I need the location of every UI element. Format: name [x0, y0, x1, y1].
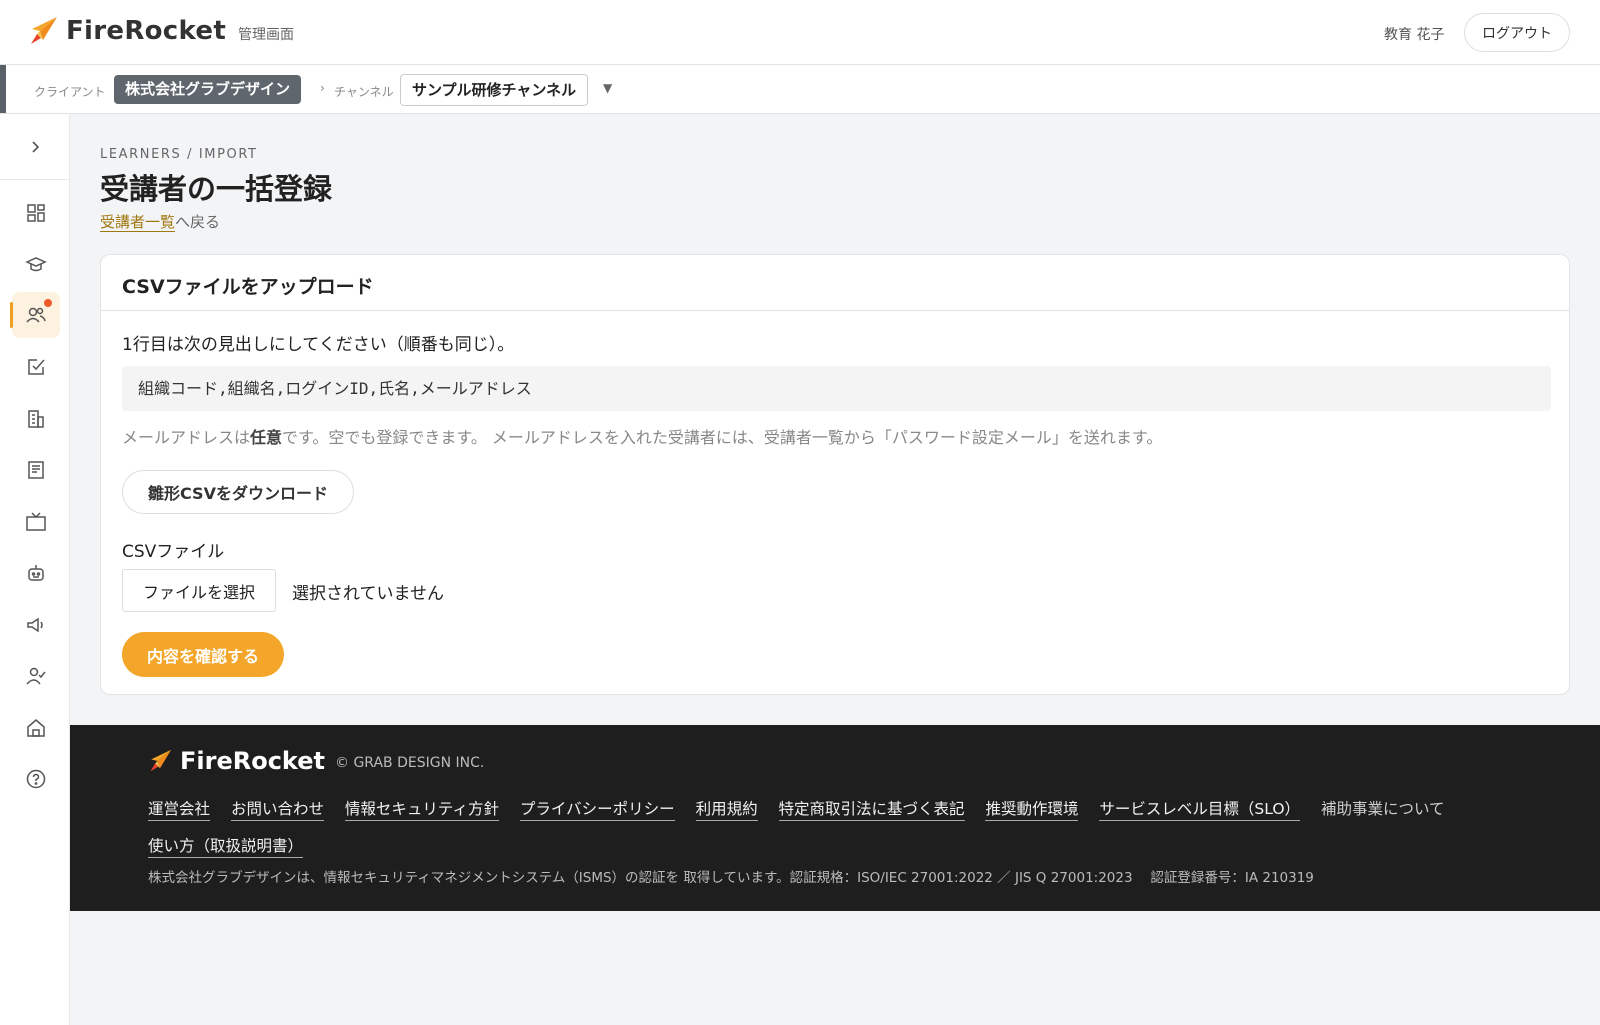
footer-link-manual[interactable]: 使い方（取扱説明書） — [148, 835, 304, 858]
robot-icon — [28, 565, 44, 581]
help-icon — [26, 769, 46, 789]
header-instruction: 1行目は次の見出しにしてください（順番も同じ）。 — [122, 335, 515, 355]
footer-isms-statement: 株式会社グラブデザインは、情報セキュリティマネジメントシステム（ISMS）の認証… — [148, 870, 1314, 886]
client-label: クライアント — [34, 85, 106, 99]
user-check-icon — [26, 667, 46, 685]
page-title: 受講者の一括登録 — [100, 172, 333, 206]
card-title: CSVファイルをアップロード — [122, 276, 374, 298]
sidebar-item-dashboard[interactable] — [12, 190, 60, 236]
logout-button[interactable]: ログアウト — [1464, 13, 1570, 52]
csv-header-example: 組織コード,組織名,ログインID,氏名,メールアドレス — [122, 366, 1551, 411]
sidebar-toggle[interactable] — [22, 134, 48, 160]
download-template-button[interactable]: 雛形CSVをダウンロード — [122, 470, 354, 514]
caret-down-icon[interactable]: ▼ — [603, 81, 612, 95]
upload-card: CSVファイルをアップロード 1行目は次の見出しにしてください（順番も同じ）。 … — [100, 254, 1570, 695]
sidebar-item-videos[interactable] — [12, 499, 60, 545]
brand-logo[interactable]: FireRocket — [28, 16, 226, 46]
sidebar-item-learners[interactable] — [10, 292, 60, 338]
email-note: メールアドレスは任意です。空でも登録できます。 メールアドレスを入れた受講者には… — [122, 424, 1162, 448]
page-breadcrumb: LEARNERS / IMPORT — [100, 147, 258, 162]
users-icon — [26, 307, 46, 323]
tv-icon — [26, 512, 46, 531]
footer-brand-name: FireRocket — [180, 747, 325, 775]
back-suffix: へ戻る — [175, 213, 221, 231]
footer-links: 運営会社 お問い合わせ 情報セキュリティ方針 プライバシーポリシー 利用規約 特… — [148, 793, 1548, 867]
graduation-cap-icon — [25, 257, 47, 272]
note-bold: 任意 — [250, 428, 283, 447]
admin-label: 管理画面 — [238, 27, 294, 43]
footer-link-company[interactable]: 運営会社 — [148, 798, 211, 821]
rocket-logo-icon — [150, 749, 172, 772]
notification-badge — [44, 299, 52, 307]
sidebar-item-tasks[interactable] — [12, 344, 60, 390]
chevron-right-icon — [32, 141, 40, 153]
footer-link-subsidy[interactable]: 補助事業について — [1321, 798, 1445, 820]
checkbox-icon — [28, 359, 45, 375]
footer-link-environment[interactable]: 推奨動作環境 — [985, 798, 1079, 821]
client-selector[interactable]: 株式会社グラブデザイン — [114, 75, 302, 104]
note-prefix: メールアドレスは — [122, 428, 251, 447]
sidebar-item-organizations[interactable] — [12, 396, 60, 442]
footer-copyright: © GRAB DESIGN INC. — [335, 755, 485, 771]
sidebar-item-help[interactable] — [12, 756, 60, 802]
back-row: 受講者一覧へ戻る — [100, 211, 220, 232]
footer-link-terms[interactable]: 利用規約 — [695, 798, 758, 821]
footer-link-tokushoho[interactable]: 特定商取引法に基づく表記 — [778, 798, 965, 821]
top-header: FireRocket 管理画面 教育 花子 ログアウト — [0, 0, 1600, 65]
footer-logo: FireRocket — [148, 747, 325, 775]
sidebar-item-materials[interactable] — [12, 447, 60, 493]
footer-link-slo[interactable]: サービスレベル目標（SLO） — [1099, 798, 1301, 821]
confirm-button[interactable]: 内容を確認する — [122, 632, 284, 677]
sidebar-item-courses[interactable] — [12, 242, 60, 288]
note-suffix: です。空でも登録できます。 メールアドレスを入れた受講者には、受講者一覧から「パ… — [282, 428, 1163, 447]
building-icon — [28, 410, 44, 428]
user-name: 教育 花子 — [1384, 27, 1445, 43]
home-icon — [27, 719, 45, 737]
book-icon — [28, 461, 44, 479]
sidebar-divider — [0, 179, 70, 180]
context-bar-accent — [0, 65, 6, 113]
sidebar — [0, 114, 70, 1025]
brand-name: FireRocket — [66, 16, 227, 46]
file-status: 選択されていません — [292, 584, 444, 604]
footer-link-security-policy[interactable]: 情報セキュリティ方針 — [344, 798, 499, 821]
context-separator: › — [320, 81, 325, 95]
sidebar-item-home[interactable] — [12, 705, 60, 751]
channel-selector[interactable]: サンプル研修チャンネル — [400, 74, 589, 106]
card-header: CSVファイルをアップロード — [101, 255, 1569, 311]
rocket-logo-icon — [31, 17, 57, 44]
footer-link-privacy[interactable]: プライバシーポリシー — [519, 798, 675, 821]
footer-link-contact[interactable]: お問い合わせ — [230, 798, 324, 821]
sidebar-item-announcements[interactable] — [12, 602, 60, 648]
channel-label: チャンネル — [334, 85, 394, 99]
megaphone-icon — [27, 617, 43, 633]
csv-file-label: CSVファイル — [122, 542, 225, 562]
choose-file-button[interactable]: ファイルを選択 — [122, 569, 276, 612]
sidebar-item-approvals[interactable] — [12, 653, 60, 699]
learners-list-link[interactable]: 受講者一覧 — [100, 213, 176, 232]
context-bar: クライアント 株式会社グラブデザイン › チャンネル サンプル研修チャンネル ▼ — [0, 65, 1600, 114]
sidebar-item-ai[interactable] — [12, 550, 60, 596]
site-footer: FireRocket © GRAB DESIGN INC. 運営会社 お問い合わ… — [70, 725, 1600, 911]
dashboard-icon — [27, 204, 45, 222]
